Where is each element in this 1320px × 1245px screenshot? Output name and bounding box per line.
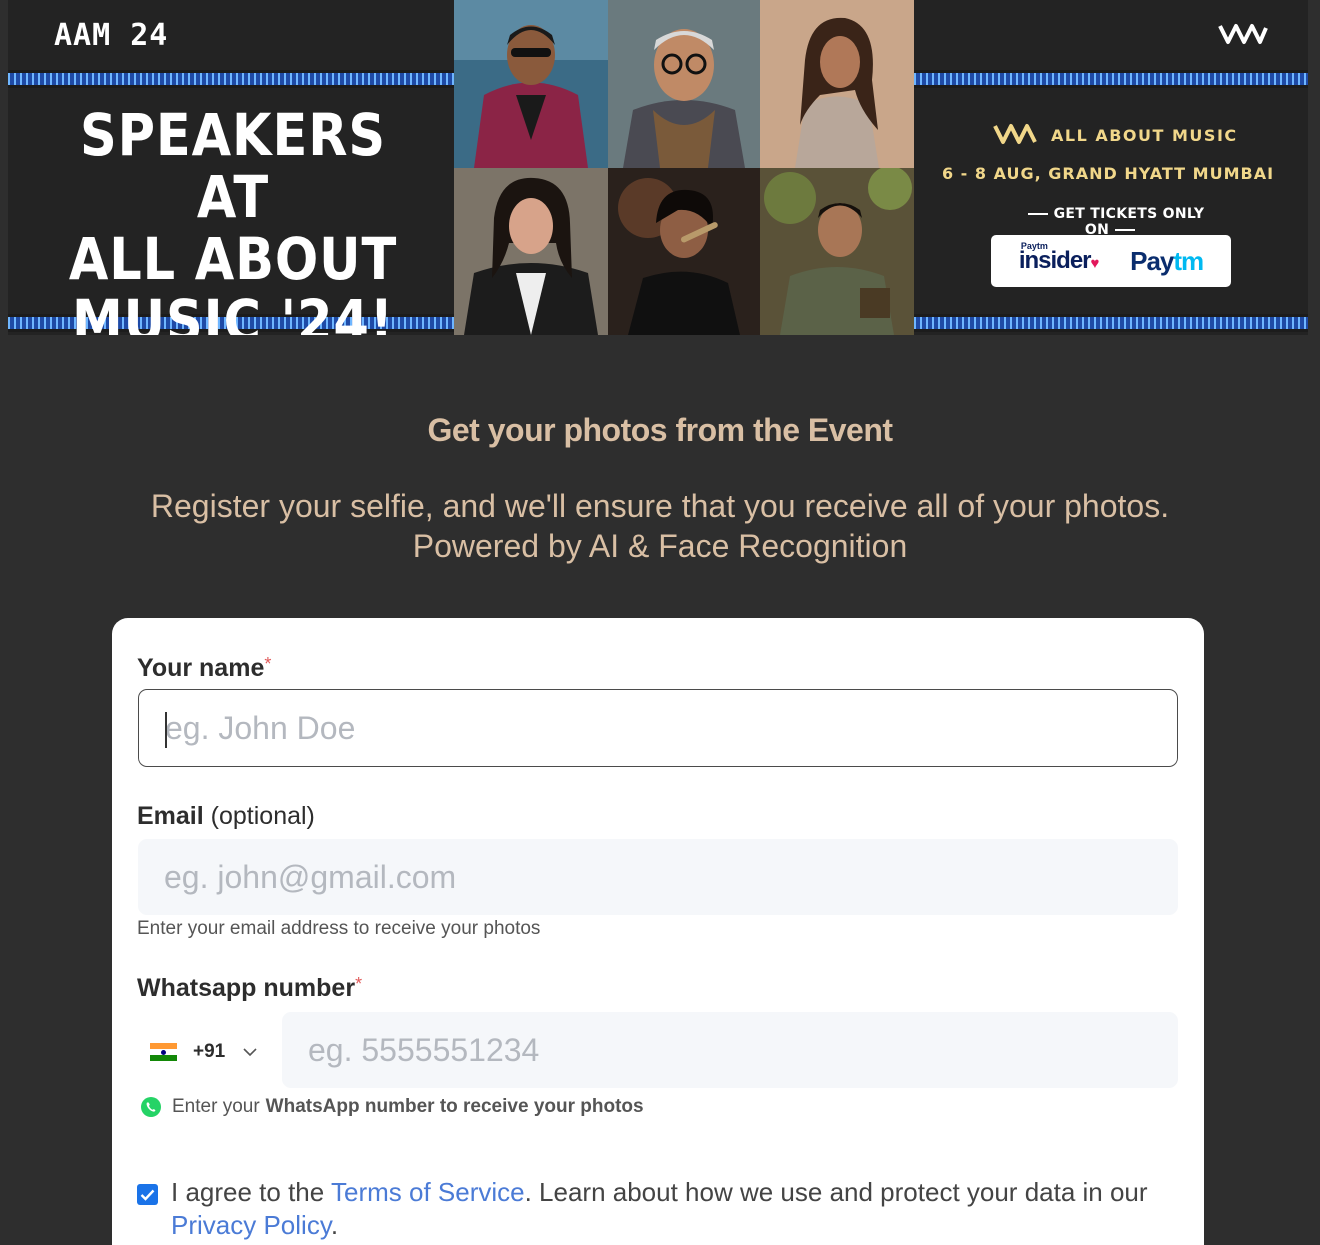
country-code-select[interactable]: +91 — [138, 1024, 278, 1080]
headline-line: ALL ABOUT — [68, 225, 398, 293]
name-label: Your name* — [137, 654, 272, 682]
chevron-down-icon — [243, 1048, 257, 1057]
paytm-logo: Paytm — [1130, 245, 1204, 276]
whatsapp-label: Whatsapp number* — [137, 974, 363, 1002]
subtitle-line: Powered by AI & Face Recognition — [412, 528, 908, 564]
tickets-text: GET TICKETS ONLY ON — [1013, 206, 1213, 238]
headline-line: SPEAKERS AT — [79, 101, 387, 231]
terms-of-service-link[interactable]: Terms of Service — [331, 1177, 525, 1207]
country-dial-code: +91 — [193, 1041, 226, 1062]
registration-form: Your name* Email (optional) Enter your e… — [112, 618, 1204, 1245]
subtitle-line: Register your selfie, and we'll ensure t… — [150, 488, 1170, 524]
whatsapp-help-text: Enter your WhatsApp number to receive yo… — [140, 1096, 644, 1118]
page-subtitle: Register your selfie, and we'll ensure t… — [0, 486, 1320, 566]
speaker-photo — [454, 0, 608, 168]
required-mark: * — [264, 654, 272, 674]
terms-text: I agree to the Terms of Service. Learn a… — [171, 1177, 1148, 1240]
banner-stripe — [914, 314, 1308, 332]
email-label: Email (optional) — [137, 802, 315, 830]
event-name: ALL ABOUT MUSIC — [1051, 126, 1238, 145]
speaker-photo — [608, 0, 760, 168]
text-cursor — [165, 712, 167, 748]
speaker-photo — [608, 168, 760, 335]
banner-stripe — [8, 70, 454, 88]
aam-brand-icon — [993, 120, 1039, 151]
banner-stripe — [914, 70, 1308, 88]
required-mark: * — [355, 974, 363, 994]
ticket-partners: Paytm insider♥ Paytm — [991, 235, 1231, 287]
name-input[interactable] — [138, 689, 1178, 767]
india-flag-icon — [150, 1043, 177, 1061]
privacy-policy-link[interactable]: Privacy Policy — [171, 1210, 331, 1240]
optional-tag: (optional) — [210, 802, 315, 830]
aam-brand-icon — [1218, 20, 1268, 51]
speaker-photo-grid — [454, 0, 914, 335]
phone-input[interactable] — [282, 1012, 1178, 1088]
terms-agreement: I agree to the Terms of Service. Learn a… — [137, 1176, 1182, 1242]
speaker-photo — [760, 168, 914, 335]
paytm-insider-logo: Paytm insider♥ — [1018, 241, 1100, 274]
terms-checkbox[interactable] — [137, 1184, 158, 1205]
speaker-photo — [454, 168, 608, 335]
event-date-venue: 6 - 8 AUG, GRAND HYATT MUMBAI — [941, 164, 1275, 183]
email-input[interactable] — [138, 839, 1178, 915]
page-title: Get your photos from the Event — [427, 412, 893, 448]
banner-headline: SPEAKERS AT ALL ABOUT MUSIC '24! — [53, 104, 414, 335]
heart-icon: ♥ — [1090, 255, 1100, 272]
aam-logo: AAM 24 — [54, 18, 169, 53]
speaker-photo — [760, 0, 914, 168]
whatsapp-icon — [141, 1097, 161, 1117]
event-banner: AAM 24 SPEAKERS AT ALL ABOUT MUSIC '24! — [8, 0, 1308, 335]
headline-line: MUSIC '24! — [72, 287, 394, 335]
checkmark-icon — [140, 1189, 155, 1201]
email-help-text: Enter your email address to receive your… — [137, 918, 541, 939]
